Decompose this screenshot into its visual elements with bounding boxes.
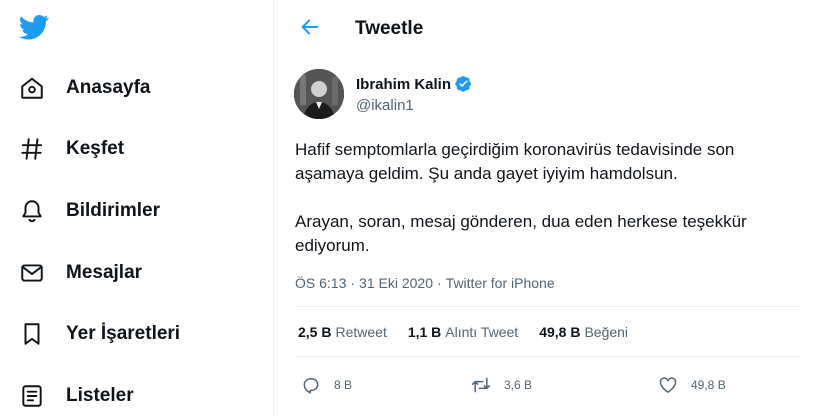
page-header: Tweetle bbox=[274, 0, 820, 58]
tweet-date[interactable]: 31 Eki 2020 bbox=[359, 275, 433, 291]
sidebar-item-label: Listeler bbox=[66, 385, 134, 406]
tweet-meta: ÖS 6:13 · 31 Eki 2020 · Twitter for iPhone bbox=[295, 275, 555, 291]
tweet-time[interactable]: ÖS 6:13 bbox=[295, 275, 346, 291]
author-handle[interactable]: @ikalin1 bbox=[356, 97, 414, 114]
like-stat[interactable]: 49,8 B Beğeni bbox=[539, 324, 628, 340]
like-count: 49,8 B bbox=[691, 378, 726, 392]
meta-separator: · bbox=[437, 275, 442, 291]
back-arrow-icon bbox=[299, 16, 321, 43]
sidebar-item-explore[interactable]: Keşfet bbox=[18, 129, 124, 169]
retweet-button[interactable]: 3,6 B bbox=[470, 370, 532, 400]
sidebar-item-label: Bildirimler bbox=[66, 200, 160, 221]
tweet-source[interactable]: Twitter for iPhone bbox=[446, 275, 555, 291]
retweet-icon bbox=[470, 374, 492, 396]
divider bbox=[295, 356, 800, 357]
back-button[interactable] bbox=[296, 15, 324, 43]
meta-separator: · bbox=[350, 275, 356, 291]
verified-badge-icon bbox=[455, 75, 472, 92]
tweet-paragraph: Arayan, soran, mesaj gönderen, dua eden … bbox=[295, 212, 747, 255]
home-icon bbox=[18, 74, 46, 102]
avatar[interactable] bbox=[294, 69, 344, 119]
bell-icon bbox=[18, 197, 46, 225]
sidebar-item-bookmarks[interactable]: Yer İşaretleri bbox=[18, 314, 180, 354]
retweet-count: 3,6 B bbox=[504, 378, 533, 392]
tweet-stats: 2,5 B Retweet 1,1 B Alıntı Tweet 49,8 B Beğ… bbox=[298, 324, 649, 340]
tweet-detail-panel: Tweetle Ibrahim Kalin @ikalin1 Hafif sem… bbox=[274, 0, 820, 416]
reply-icon bbox=[300, 374, 322, 396]
sidebar-item-lists[interactable]: Listeler bbox=[18, 376, 134, 416]
sidebar-item-messages[interactable]: Mesajlar bbox=[18, 253, 142, 293]
page-title: Tweetle bbox=[355, 18, 424, 39]
bookmark-icon bbox=[18, 320, 46, 348]
retweet-stat[interactable]: 2,5 B Retweet bbox=[298, 324, 387, 340]
reply-count: 8 B bbox=[334, 378, 353, 392]
tweet-paragraph: Hafif semptomlarla geçirdiğim koronavirü… bbox=[295, 140, 735, 183]
envelope-icon bbox=[18, 259, 46, 287]
sidebar-item-label: Keşfet bbox=[66, 138, 125, 159]
sidebar-item-notifications[interactable]: Bildirimler bbox=[18, 191, 160, 231]
quote-stat[interactable]: 1,1 B Alıntı Tweet bbox=[408, 324, 518, 340]
hashtag-icon bbox=[18, 135, 46, 163]
sidebar-item-label: Anasayfa bbox=[66, 77, 151, 98]
tweet-actions: 8 B 3,6 B 49,8 B bbox=[274, 370, 820, 400]
list-icon bbox=[18, 382, 46, 410]
like-button[interactable]: 49,8 B bbox=[657, 370, 726, 400]
sidebar-item-home[interactable]: Anasayfa bbox=[18, 68, 151, 108]
divider bbox=[295, 306, 800, 307]
sidebar-item-label: Yer İşaretleri bbox=[66, 323, 181, 344]
twitter-bird-icon[interactable] bbox=[18, 12, 50, 42]
reply-button[interactable]: 8 B bbox=[300, 370, 352, 400]
author-name[interactable]: Ibrahim Kalin bbox=[356, 75, 472, 93]
heart-icon bbox=[657, 374, 679, 396]
tweet-text: Hafif semptomlarla geçirdiğim koronavirü… bbox=[295, 138, 805, 258]
sidebar: Anasayfa Keşfet Bildirimler Mesajlar Yer… bbox=[0, 0, 270, 416]
sidebar-item-label: Mesajlar bbox=[66, 262, 143, 283]
